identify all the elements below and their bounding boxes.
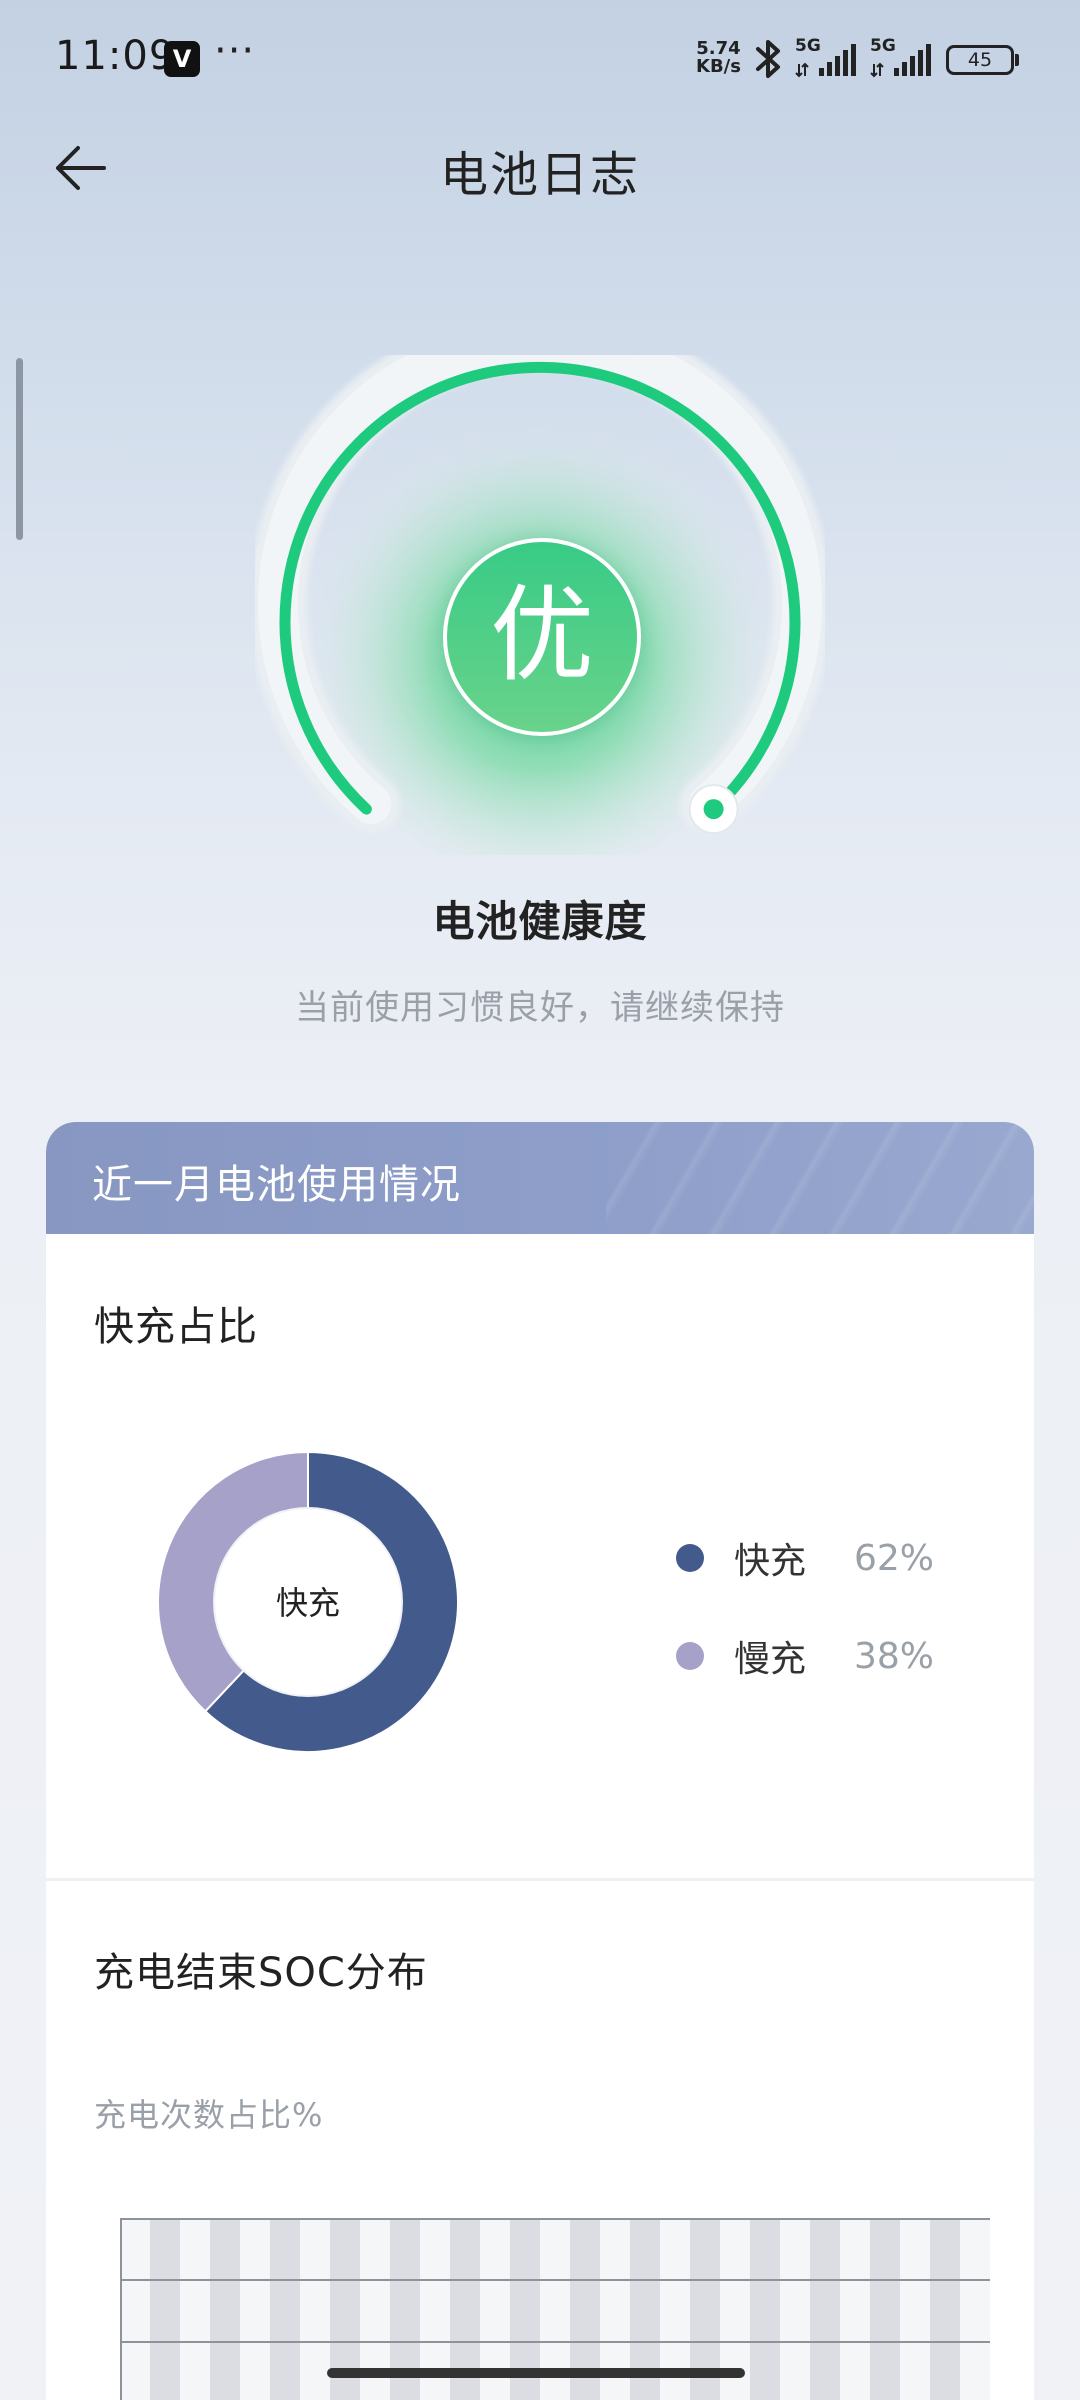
health-description: 当前使用习惯良好，请继续保持 [295,988,785,1028]
bluetooth-icon [756,40,780,78]
legend-value-fast: 62% [854,1537,935,1579]
soc-column-12 [870,2218,900,2400]
soc-column-2 [270,2218,300,2400]
soc-column-10 [750,2218,780,2400]
soc-column-13 [930,2218,960,2400]
section-divider [46,1878,1034,1881]
signal-bars-icon [870,44,931,78]
scroll-indicator [16,358,23,540]
soc-y-axis-label: 充电次数占比% [94,2096,324,2134]
fast-charge-ratio-title: 快充占比 [94,1304,258,1350]
card-header-decoration [606,1122,1034,1234]
status-bar: 11:09 V ··· 5.74 KB/s 5G 5G 45 [0,0,1080,120]
battery-tip [1015,54,1019,66]
legend-value-slow: 38% [854,1635,935,1677]
network-speed: 5.74 KB/s [696,40,741,76]
page-title: 电池日志 [439,147,640,203]
health-label: 电池健康度 [432,897,648,946]
soc-distribution-title: 充电结束SOC分布 [94,1950,428,1996]
status-time: 11:09 [55,33,176,79]
monthly-usage-card: 近一月电池使用情况 快充占比 快充 快充 62% 慢充 38% 充电结束SOC分… [46,1122,1034,2400]
signal-bars-icon [795,44,856,78]
donut-center-label: 快充 [276,1584,340,1622]
legend-dot-fast [676,1544,704,1572]
signal-strength-sim1: 5G [795,36,859,80]
health-grade-badge: 优 [443,538,641,736]
signal-strength-sim2: 5G [870,36,934,80]
soc-column-11 [810,2218,840,2400]
battery-icon: 45 [946,45,1014,75]
more-notifications-icon: ··· [214,28,256,74]
legend-slow-charge: 慢充 38% [676,1630,934,1682]
card-title: 近一月电池使用情况 [92,1162,461,1208]
soc-column-0 [150,2218,180,2400]
network-speed-unit: KB/s [696,56,741,77]
legend-fast-charge: 快充 62% [676,1532,934,1584]
legend-dot-slow [676,1642,704,1670]
card-header: 近一月电池使用情况 [46,1122,1034,1234]
soc-column-1 [210,2218,240,2400]
app-notification-icon: V [164,41,200,77]
legend-label-fast: 快充 [734,1541,807,1582]
legend-label-slow: 慢充 [734,1639,807,1680]
fast-charge-donut-chart: 快充 [158,1452,458,1752]
home-indicator[interactable] [327,2368,745,2378]
